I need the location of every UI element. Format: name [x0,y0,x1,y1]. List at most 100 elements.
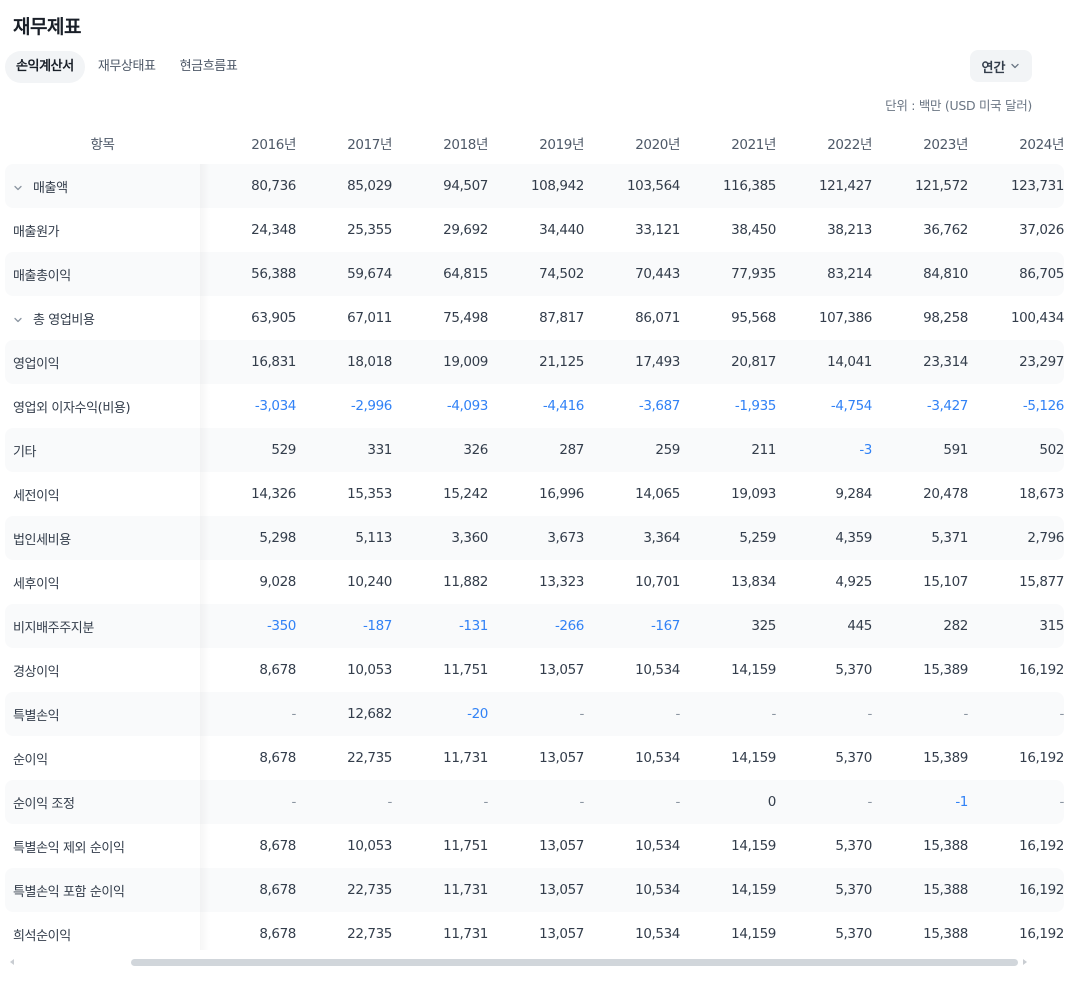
table-cell: 18,018 [296,340,392,384]
table-cell: 15,353 [347,486,392,502]
row-label-text: 매출총이익 [13,268,71,284]
row-label: 순이익 조정 [5,780,200,824]
tab-income-statement[interactable]: 손익계산서 [5,51,85,83]
table-row: 특별손익 제외 순이익 8,678 10,053 11,751 13,057 10,534… [5,824,1064,868]
scroll-right-arrow-icon[interactable] [1023,959,1027,965]
period-dropdown[interactable]: 연간 [970,50,1032,82]
row-label-text: 순이익 [13,752,48,768]
table-cell: 15,388 [923,838,968,854]
scroll-left-arrow-icon[interactable] [10,959,14,965]
table-cell: - [488,780,584,824]
table-cell: 13,057 [539,926,584,942]
table-cell: 13,057 [539,750,584,766]
chevron-down-icon[interactable] [13,315,23,325]
row-label: 법인세비용 [5,516,200,560]
table-cell: 10,053 [347,838,392,854]
table-cell: 14,159 [680,868,776,912]
row-label: 특별손익 포함 순이익 [5,868,200,912]
table-cell: 11,731 [392,868,488,912]
table-row: 희석순이익 8,678 22,735 11,731 13,057 10,534 14,159… [5,912,1064,956]
table-cell: 5,298 [200,516,296,560]
tab-cash-flow[interactable]: 현금흐름표 [169,51,249,83]
row-label: 희석순이익 [5,912,200,956]
table-cell: 85,029 [296,164,392,208]
table-header-row: 항목 2016년 2017년 2018년 2019년 2020년 2021년 2022년 20… [5,122,1064,164]
table-cell: 5,370 [835,750,872,766]
table-cell: 211 [680,428,776,472]
row-label-text: 세전이익 [13,488,60,504]
column-header-item: 항목 [90,137,115,153]
table-cell: 5,113 [296,516,392,560]
row-label-text: 총 영업비용 [33,312,95,328]
tab-balance-sheet[interactable]: 재무상태표 [87,51,167,83]
table-cell: 86,071 [635,310,680,326]
table-cell: 33,121 [635,222,680,238]
table-row[interactable]: 매출액 80,736 85,029 94,507 108,942 103,564 116,3… [5,164,1064,208]
table-cell: 15,242 [443,486,488,502]
table-cell: -3,687 [638,398,681,414]
table-cell: 21,125 [488,340,584,384]
table-cell: 13,057 [539,838,584,854]
table-cell: -3,034 [254,398,297,414]
table-cell: -2,996 [350,398,393,414]
table-cell: 14,159 [731,926,776,942]
row-label[interactable]: 매출액 [5,164,200,208]
table-cell: - [680,692,776,736]
table-cell: -3 [776,428,872,472]
table-cell: 445 [776,604,872,648]
table-cell: - [488,692,584,736]
table-row[interactable]: 총 영업비용 63,905 67,011 75,498 87,817 86,071 95,5… [5,296,1064,340]
table-cell: 16,192 [1019,926,1064,942]
table-cell: 14,041 [776,340,872,384]
row-label-text: 특별손익 제외 순이익 [13,840,125,856]
table-cell: 23,297 [968,340,1064,384]
table-cell: 9,284 [835,486,872,502]
period-label: 연간 [981,60,1006,76]
table-cell: 59,674 [296,252,392,296]
table-cell: -350 [200,604,296,648]
column-header-year: 2018년 [443,137,488,153]
table-cell: -187 [296,604,392,648]
table-cell: 86,705 [968,252,1064,296]
table-cell: 123,731 [968,164,1064,208]
table-row: 특별손익 -12,682 -20- - - - - - [5,692,1064,736]
horizontal-scrollbar[interactable] [131,959,1018,966]
row-label: 영업이익 [5,340,200,384]
page-title: 재무제표 [13,16,81,38]
table-row: 순이익 조정 - - - - -0- -1- [5,780,1064,824]
table-cell: - [968,780,1064,824]
table-cell: - [872,692,968,736]
table-cell: 8,678 [259,838,296,854]
row-label-text: 비지배주주지분 [13,620,94,636]
chevron-down-icon[interactable] [13,183,23,193]
table-cell: 22,735 [296,868,392,912]
table-cell: 13,057 [539,662,584,678]
row-label: 특별손익 [5,692,200,736]
table-cell: 15,389 [923,662,968,678]
column-header-year: 2019년 [539,137,584,153]
table-cell: 5,370 [835,662,872,678]
table-cell: 287 [488,428,584,472]
table-cell: 15,389 [923,750,968,766]
table-cell: 100,434 [1010,310,1064,326]
table-cell: 10,534 [635,838,680,854]
table-cell: 19,093 [731,486,776,502]
table-cell: 74,502 [488,252,584,296]
table-cell: 95,568 [731,310,776,326]
table-cell: 64,815 [392,252,488,296]
table-cell: 15,877 [1019,574,1064,590]
table-cell: 121,427 [776,164,872,208]
table-row: 영업외 이자수익(비용) -3,034 -2,996 -4,093 -4,416 -3,6… [5,384,1064,428]
table-cell: 87,817 [539,310,584,326]
table-cell: 326 [392,428,488,472]
row-label[interactable]: 총 영업비용 [5,296,200,340]
row-label-text: 희석순이익 [13,928,71,944]
table-cell: 15,388 [872,868,968,912]
table-cell: 10,701 [635,574,680,590]
table-cell: 5,259 [680,516,776,560]
row-label: 경상이익 [5,648,200,692]
table-cell: -167 [584,604,680,648]
table-cell: - [776,692,872,736]
table-cell: 63,905 [251,310,296,326]
table-row: 순이익 8,678 22,735 11,731 13,057 10,534 14,159 5,… [5,736,1064,780]
